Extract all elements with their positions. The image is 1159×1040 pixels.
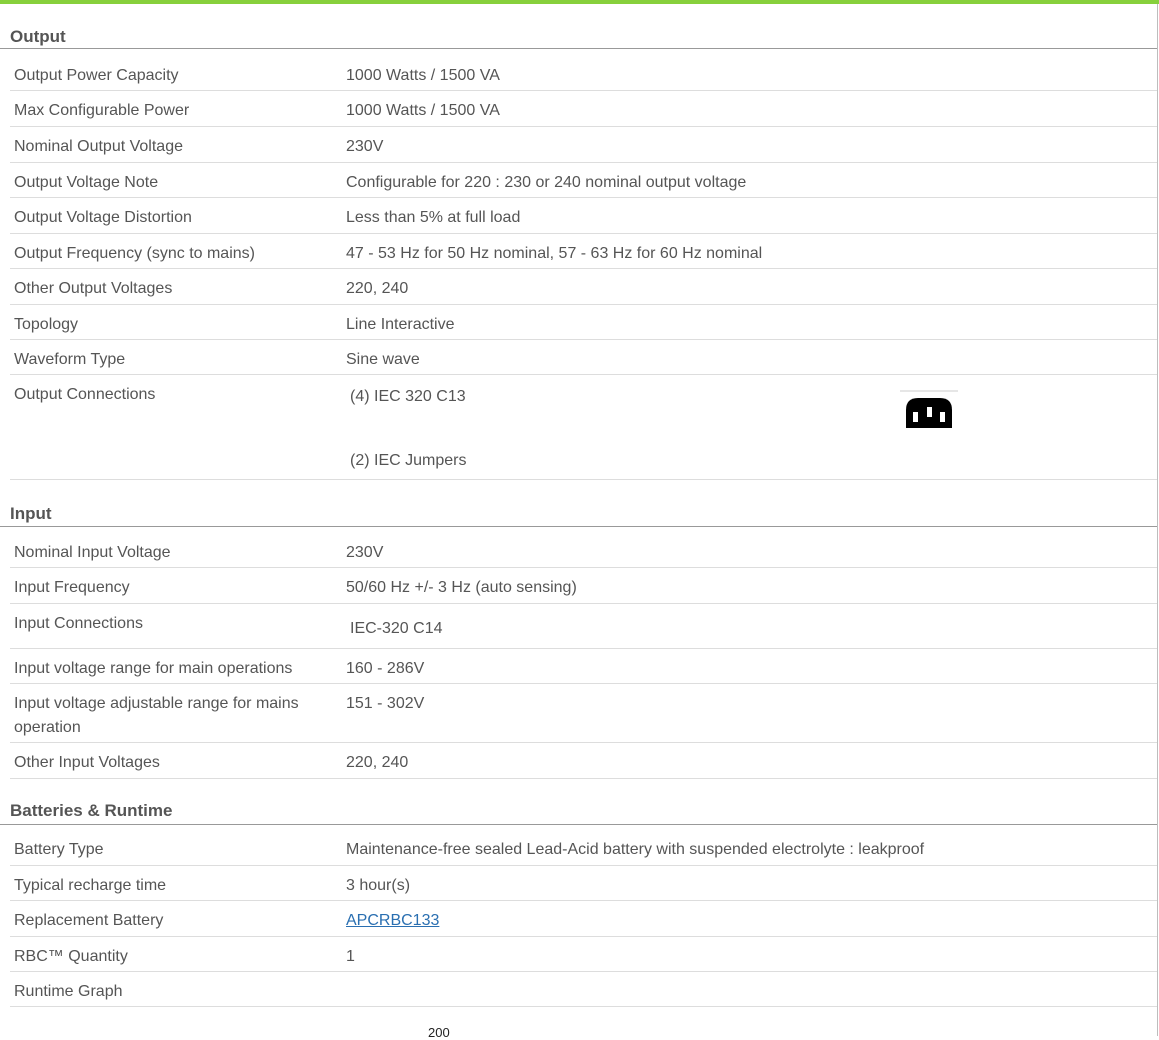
spec-label: Other Output Voltages xyxy=(14,280,173,297)
section-header-batteries: Batteries & Runtime xyxy=(0,792,1157,825)
spec-value: 230V xyxy=(346,544,384,561)
spec-row: Output Frequency (sync to mains) 47 - 53… xyxy=(10,234,1157,269)
spec-row-output-connections: Output Connections (4) IEC 320 C13 (2) I… xyxy=(10,375,1157,480)
spec-label: Input voltage range for main operations xyxy=(14,660,293,677)
spec-value: 1000 Watts / 1500 VA xyxy=(346,102,500,119)
spec-label: Typical recharge time xyxy=(14,877,167,894)
section-title: Input xyxy=(10,504,52,523)
spec-row: RBC™ Quantity 1 xyxy=(10,937,1157,972)
spec-value: 1000 Watts / 1500 VA xyxy=(346,67,500,84)
spec-value: 220, 240 xyxy=(346,754,409,771)
spec-label: Other Input Voltages xyxy=(14,754,160,771)
spec-value: 220, 240 xyxy=(346,280,409,297)
spec-label: Output Frequency (sync to mains) xyxy=(14,245,255,262)
spec-value: 47 - 53 Hz for 50 Hz nominal, 57 - 63 Hz… xyxy=(346,245,763,262)
section-header-output: Output xyxy=(0,22,1157,49)
spec-label: Nominal Output Voltage xyxy=(14,138,183,155)
spec-value: (4) IEC 320 C13 xyxy=(350,388,466,405)
spec-value: 230V xyxy=(346,138,384,155)
section-title: Output xyxy=(10,27,66,46)
iec-c13-outlet-icon xyxy=(900,390,958,428)
spec-row: Output Voltage Distortion Less than 5% a… xyxy=(10,198,1157,234)
spec-row: Waveform Type Sine wave xyxy=(10,340,1157,375)
spec-label: Max Configurable Power xyxy=(14,102,190,119)
spec-row: Runtime Graph xyxy=(10,972,1157,1007)
section-header-input: Input xyxy=(0,496,1157,527)
spec-row: Battery Type Maintenance-free sealed Lea… xyxy=(10,830,1157,866)
spec-row: Input voltage adjustable range for mains… xyxy=(10,684,1157,743)
spec-value: 160 - 286V xyxy=(346,660,425,677)
accent-bar xyxy=(0,0,1159,4)
spec-label: Battery Type xyxy=(14,841,104,858)
spec-row: Output Power Capacity 1000 Watts / 1500 … xyxy=(10,56,1157,91)
spec-label: Topology xyxy=(14,316,79,333)
spec-value: Less than 5% at full load xyxy=(346,209,521,226)
right-border xyxy=(1157,4,1158,1036)
spec-row: Max Configurable Power 1000 Watts / 1500… xyxy=(10,91,1157,127)
spec-value: 50/60 Hz +/- 3 Hz (auto sensing) xyxy=(346,579,577,596)
spec-label: Output Power Capacity xyxy=(14,67,179,84)
section-title: Batteries & Runtime xyxy=(10,801,173,820)
spec-row: Other Output Voltages 220, 240 xyxy=(10,269,1157,305)
spec-value: (2) IEC Jumpers xyxy=(350,452,467,469)
spec-value: 1 xyxy=(346,948,355,965)
spec-row: Nominal Output Voltage 230V xyxy=(10,127,1157,163)
spec-label: Output Voltage Distortion xyxy=(14,209,192,226)
spec-label: Replacement Battery xyxy=(14,912,164,929)
spec-row: Replacement Battery APCRBC133 xyxy=(10,901,1157,937)
spec-label: Input Frequency xyxy=(14,579,130,596)
replacement-battery-link[interactable]: APCRBC133 xyxy=(346,909,439,933)
runtime-graph-axis-label: 200 xyxy=(428,1025,450,1040)
spec-label: Input Connections xyxy=(14,615,143,632)
spec-label: Waveform Type xyxy=(14,351,126,368)
spec-label: Output Connections xyxy=(14,386,156,403)
spec-value: Configurable for 220 : 230 or 240 nomina… xyxy=(346,174,747,191)
spec-row: Nominal Input Voltage 230V xyxy=(10,533,1157,568)
spec-value: Line Interactive xyxy=(346,316,455,333)
spec-row: Typical recharge time 3 hour(s) xyxy=(10,866,1157,901)
spec-label: Runtime Graph xyxy=(14,983,123,1000)
spec-value: 3 hour(s) xyxy=(346,877,411,894)
spec-value: 151 - 302V xyxy=(346,695,425,712)
spec-label: Input voltage adjustable range for mains… xyxy=(14,695,299,736)
spec-row: Input voltage range for main operations … xyxy=(10,649,1157,684)
spec-row: Topology Line Interactive xyxy=(10,305,1157,340)
spec-label: RBC™ Quantity xyxy=(14,948,128,965)
spec-value: IEC-320 C14 xyxy=(350,620,443,637)
spec-row: Output Voltage Note Configurable for 220… xyxy=(10,163,1157,198)
spec-label: Nominal Input Voltage xyxy=(14,544,171,561)
spec-row: Input Connections IEC-320 C14 xyxy=(10,604,1157,649)
spec-value: Maintenance-free sealed Lead-Acid batter… xyxy=(346,841,925,858)
spec-value: Sine wave xyxy=(346,351,420,368)
spec-label: Output Voltage Note xyxy=(14,174,159,191)
spec-row: Input Frequency 50/60 Hz +/- 3 Hz (auto … xyxy=(10,568,1157,604)
spec-row: Other Input Voltages 220, 240 xyxy=(10,743,1157,779)
